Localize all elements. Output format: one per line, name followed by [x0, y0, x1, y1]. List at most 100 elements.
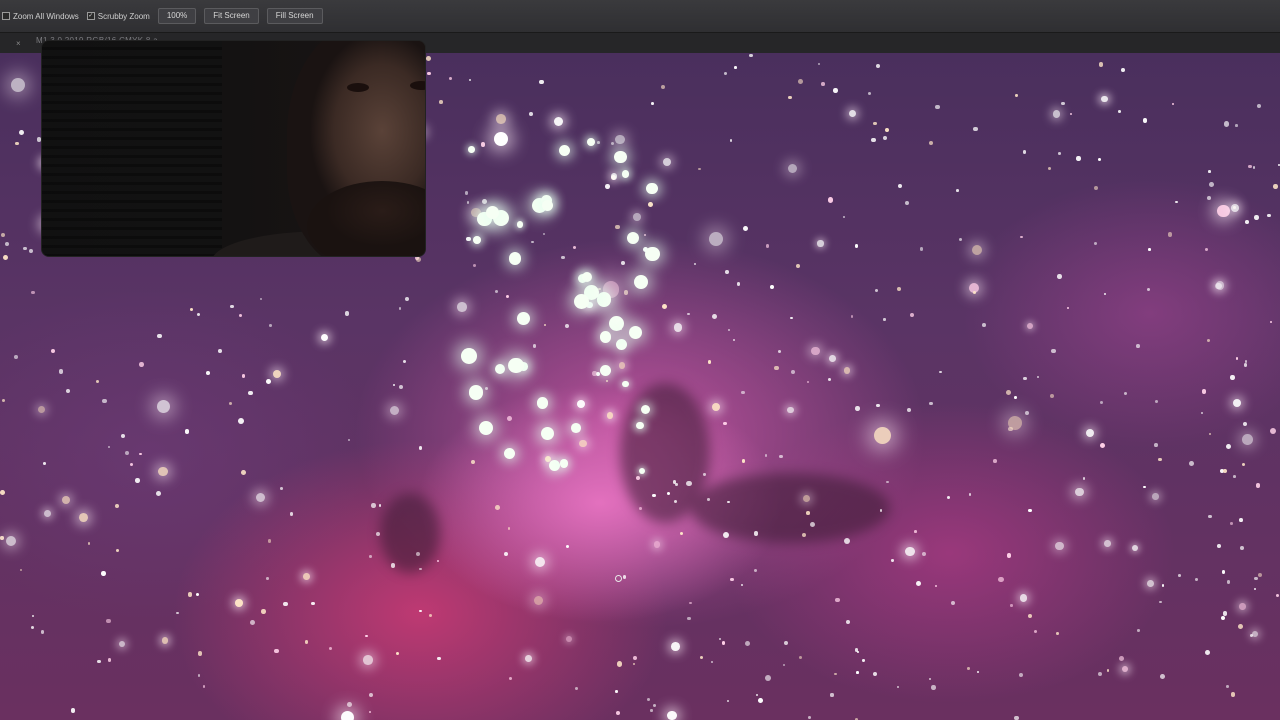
- star: [788, 95, 792, 100]
- star: [1255, 483, 1261, 488]
- star: [10, 77, 26, 92]
- star: [798, 78, 803, 84]
- star: [1226, 444, 1232, 450]
- star: [102, 398, 107, 404]
- star: [120, 433, 126, 439]
- star: [1098, 672, 1103, 677]
- star: [378, 504, 382, 507]
- close-tab-icon[interactable]: ×: [16, 39, 21, 48]
- star: [879, 509, 882, 512]
- star: [1235, 357, 1239, 360]
- star: [1152, 493, 1159, 500]
- star: [466, 201, 470, 205]
- star: [347, 701, 353, 707]
- star: [482, 199, 488, 204]
- star: [606, 412, 614, 419]
- fit-screen-button[interactable]: Fit Screen: [204, 8, 259, 24]
- star: [509, 676, 513, 680]
- star: [549, 460, 561, 472]
- star: [919, 247, 923, 251]
- zoom-100-button[interactable]: 100%: [157, 8, 197, 24]
- star: [723, 532, 730, 538]
- star: [787, 163, 798, 174]
- scrubby-zoom-checkbox[interactable]: ✓: [86, 12, 95, 20]
- star: [466, 237, 471, 242]
- star: [727, 329, 730, 332]
- fill-screen-button[interactable]: Fill Screen: [266, 8, 323, 24]
- star: [897, 287, 902, 292]
- star: [239, 314, 243, 318]
- star: [1061, 101, 1065, 106]
- star: [28, 248, 33, 253]
- star: [0, 233, 5, 238]
- star: [107, 445, 111, 449]
- star: [817, 62, 820, 65]
- star: [1240, 546, 1245, 550]
- star: [972, 245, 983, 256]
- star: [928, 140, 934, 146]
- star: [1154, 400, 1158, 404]
- star: [599, 331, 612, 343]
- star: [896, 685, 900, 689]
- star: [1217, 543, 1221, 548]
- star: [1257, 103, 1262, 108]
- star: [711, 313, 717, 319]
- star: [1023, 376, 1027, 381]
- star: [976, 671, 979, 674]
- star: [1208, 170, 1212, 173]
- star: [1146, 287, 1150, 291]
- star: [726, 500, 730, 504]
- star: [579, 439, 587, 448]
- star: [19, 130, 25, 136]
- star: [796, 263, 801, 268]
- star: [157, 334, 162, 339]
- star: [97, 659, 102, 664]
- star: [129, 463, 134, 467]
- star: [507, 527, 511, 530]
- star: [561, 255, 565, 260]
- star: [764, 454, 768, 457]
- webcam-overlay: [41, 40, 426, 257]
- star: [1057, 273, 1062, 279]
- star: [765, 244, 770, 248]
- document-tab[interactable]: ×: [0, 36, 21, 50]
- star: [615, 338, 628, 351]
- star: [544, 323, 547, 327]
- star: [1189, 460, 1195, 466]
- star: [1208, 432, 1212, 436]
- star: [1242, 433, 1253, 445]
- star: [848, 109, 857, 117]
- star: [1094, 186, 1099, 191]
- star: [1010, 604, 1013, 607]
- star: [259, 297, 263, 301]
- star: [115, 503, 120, 508]
- star: [1254, 576, 1259, 581]
- star: [935, 585, 938, 588]
- star: [1049, 393, 1054, 399]
- star: [834, 672, 837, 675]
- star: [572, 245, 576, 249]
- star: [1232, 399, 1242, 408]
- star: [1222, 611, 1228, 616]
- star: [1143, 485, 1146, 489]
- star: [626, 231, 639, 245]
- star: [184, 429, 190, 434]
- star: [914, 530, 917, 534]
- star: [437, 656, 441, 660]
- star: [495, 290, 499, 294]
- star: [70, 708, 76, 713]
- zoom-all-windows-option[interactable]: Zoom All Windows: [2, 12, 79, 21]
- star: [708, 232, 723, 247]
- star: [205, 371, 210, 375]
- star: [340, 710, 354, 720]
- star: [368, 692, 373, 698]
- zoom-all-windows-checkbox[interactable]: [2, 12, 10, 20]
- star: [155, 490, 161, 496]
- scrubby-zoom-option[interactable]: ✓ Scrubby Zoom: [86, 12, 150, 21]
- star: [699, 656, 703, 660]
- star: [402, 359, 407, 364]
- star: [757, 697, 763, 703]
- star: [469, 385, 484, 400]
- star: [592, 371, 597, 376]
- star: [939, 370, 942, 374]
